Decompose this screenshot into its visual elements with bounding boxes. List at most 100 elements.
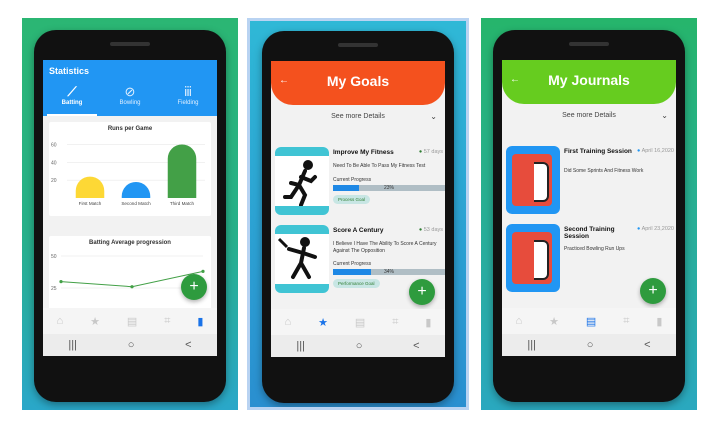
bar [75, 176, 105, 198]
goals-header: ← My Goals [271, 61, 445, 105]
progress-bar: 23% [333, 185, 445, 191]
recent-apps-button[interactable]: ||| [68, 339, 77, 351]
goal-date: ● 53 days [418, 227, 443, 233]
thumb-band [275, 284, 329, 293]
tab-label: Bowling [119, 100, 141, 106]
add-button[interactable]: + [640, 278, 666, 304]
progress-label: Current Progress [333, 177, 372, 183]
phone-frame: ← My Journals See more Details ⌄ First Tr… [493, 30, 685, 402]
journals-panel: ← My Journals See more Details ⌄ First Tr… [481, 18, 697, 410]
journal-icon[interactable]: ▤ [127, 315, 137, 328]
page-title: My Goals [326, 73, 390, 89]
data-point [201, 269, 205, 273]
goal-tag[interactable]: Performance Goal [333, 279, 380, 288]
home-button[interactable]: ○ [587, 339, 594, 351]
recent-apps-button[interactable]: ||| [296, 340, 305, 352]
goal-date-text: 53 days [423, 227, 443, 233]
home-icon[interactable]: ⌂ [284, 316, 291, 328]
bottom-nav: ⌂ ★ ▤ ⌗ ▮ [43, 308, 217, 334]
thumb-band [275, 225, 329, 234]
home-button[interactable]: ○ [356, 340, 363, 352]
statistics-header: Statistics ⟋ Batting ⊘ Bowling ⅲ Fielding [43, 60, 217, 116]
goals-screen: ← My Goals See more Details ⌄ Improve My … [271, 61, 445, 357]
journal-thumbnail [506, 146, 560, 214]
tab-label: Batting [61, 100, 83, 106]
journal-icon[interactable]: ▤ [586, 315, 596, 328]
cricket-bat-icon: ⟋ [67, 84, 77, 99]
runs-chart: 60 40 20 First Match Second Match Third Match [51, 142, 205, 206]
goal-description: I Believe I Have The Ability To Score A … [333, 241, 437, 254]
journal-icon[interactable]: ▤ [355, 316, 365, 329]
runs-chart-card: Runs per Game 60 40 20 First Match Second Ma… [49, 122, 211, 216]
home-icon[interactable]: ⌂ [515, 315, 522, 327]
y-tick-label: 50 [51, 254, 57, 260]
x-tick-label: Third Match [170, 201, 195, 206]
journal-date-text: April 23,2020 [641, 226, 674, 232]
bar [121, 181, 151, 198]
see-more-label: See more Details [562, 112, 616, 119]
stumps-icon: ⅲ [183, 84, 193, 99]
goals-panel: ← My Goals See more Details ⌄ Improve My … [247, 18, 469, 410]
x-tick-label: First Match [79, 201, 102, 206]
graduation-icon[interactable]: ⌗ [164, 315, 170, 328]
x-tick-label: Second Match [121, 201, 151, 206]
tab-label: Fielding [177, 100, 199, 106]
bottom-nav: ⌂ ★ ▤ ⌗ ▮ [502, 308, 676, 334]
statistics-panel: Statistics ⟋ Batting ⊘ Bowling ⅲ Fielding R… [22, 18, 238, 410]
batsman-thumbnail [275, 225, 329, 293]
home-button[interactable]: ○ [128, 339, 135, 351]
star-icon[interactable]: ★ [318, 316, 328, 329]
y-tick-label: 20 [51, 178, 57, 184]
graduation-icon[interactable]: ⌗ [392, 316, 398, 329]
back-button[interactable]: < [413, 340, 419, 352]
progress-text: 23% [383, 185, 394, 191]
add-button[interactable]: + [181, 274, 207, 300]
data-point [59, 280, 63, 284]
star-icon[interactable]: ★ [549, 315, 559, 328]
star-icon[interactable]: ★ [90, 315, 100, 328]
journal-description: Did Some Sprints And Fitness Work [564, 168, 644, 174]
goal-title: Improve My Fitness [333, 149, 394, 156]
see-more-details[interactable]: See more Details ⌄ [271, 112, 445, 121]
journals-screen: ← My Journals See more Details ⌄ First Tr… [502, 60, 676, 356]
thumb-band [275, 147, 329, 156]
speaker [569, 42, 609, 46]
journal-date: ● April 23,2020 [637, 226, 674, 232]
statistics-screen: Statistics ⟋ Batting ⊘ Bowling ⅲ Fielding R… [43, 60, 217, 356]
page-title: Statistics [49, 66, 90, 76]
chevron-down-icon: ⌄ [430, 112, 437, 121]
add-button[interactable]: + [409, 279, 435, 305]
back-button[interactable]: < [644, 339, 650, 351]
data-point [130, 285, 134, 289]
progress-bar: 34% [333, 269, 445, 275]
batsman-icon [277, 237, 317, 279]
chart-icon[interactable]: ▮ [656, 315, 662, 328]
goal-tag[interactable]: Process Goal [333, 195, 371, 204]
system-nav: ||| ○ < [43, 334, 217, 356]
chart-icon[interactable]: ▮ [197, 315, 203, 328]
see-more-label: See more Details [331, 113, 385, 120]
journal-date: ● April 16,2020 [637, 148, 674, 154]
book-icon [512, 154, 552, 206]
journal-description: Practiced Bowling Run Ups [564, 246, 625, 252]
phone-frame: ← My Goals See more Details ⌄ Improve My … [262, 31, 454, 403]
recent-apps-button[interactable]: ||| [527, 339, 536, 351]
tab-fielding[interactable]: ⅲ Fielding [159, 82, 217, 116]
book-icon [512, 232, 552, 284]
speaker [110, 42, 150, 46]
ball-icon: ⊘ [124, 84, 136, 99]
back-button[interactable]: < [185, 339, 191, 351]
goal-date-text: 57 days [423, 149, 443, 155]
chart-icon[interactable]: ▮ [425, 316, 431, 329]
graduation-icon[interactable]: ⌗ [623, 315, 629, 328]
tab-batting[interactable]: ⟋ Batting [43, 82, 101, 116]
goal-item[interactable]: Improve My Fitness ● 57 days Need To Be … [271, 147, 445, 217]
y-tick-label: 60 [51, 142, 57, 148]
journal-item[interactable]: First Training Session ● April 16,2020 D… [502, 146, 676, 216]
progress-text: 34% [383, 269, 394, 275]
system-nav: ||| ○ < [502, 334, 676, 356]
tab-bowling[interactable]: ⊘ Bowling [101, 82, 159, 116]
goal-title: Score A Century [333, 227, 384, 234]
see-more-details[interactable]: See more Details ⌄ [502, 111, 676, 120]
home-icon[interactable]: ⌂ [56, 315, 63, 327]
